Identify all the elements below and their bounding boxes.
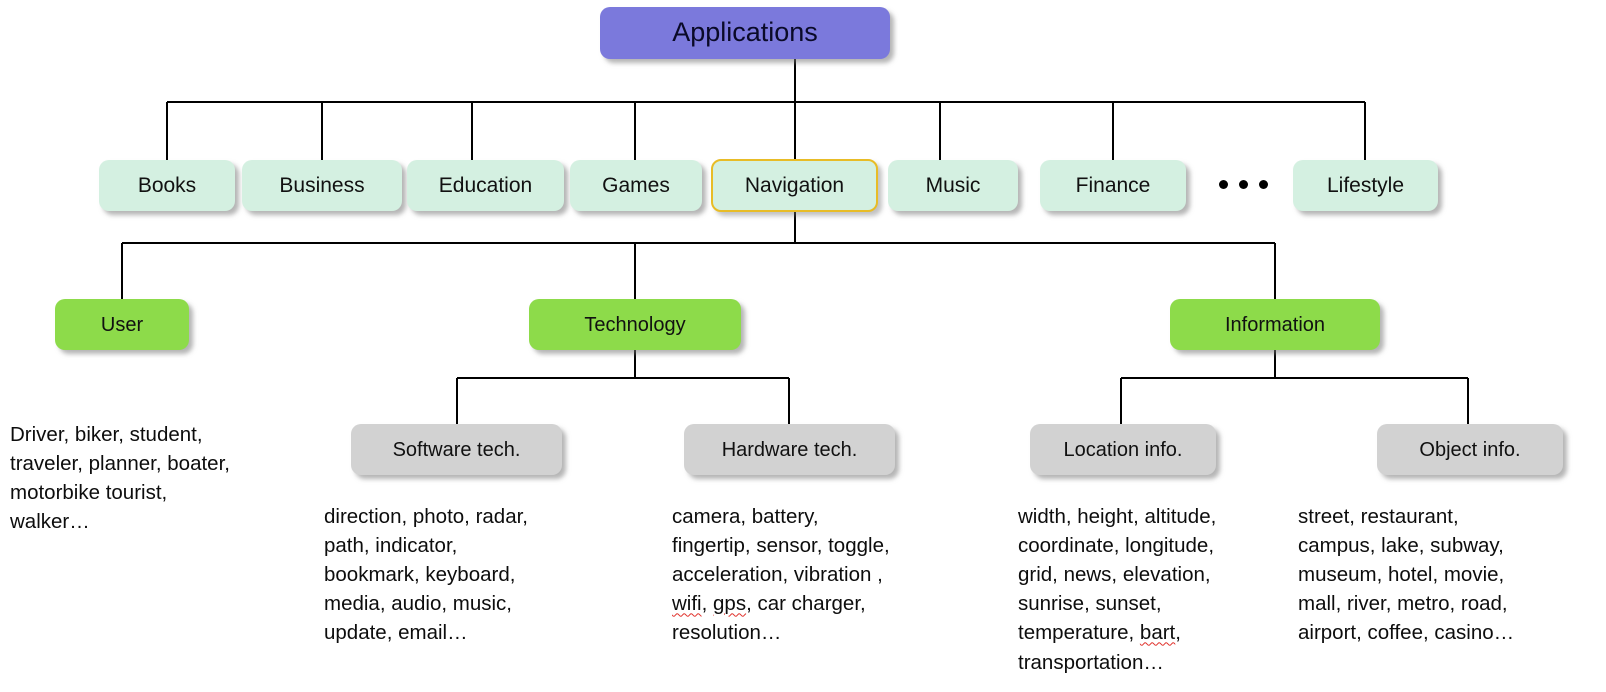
node-branch-information[interactable]: Information [1170, 299, 1380, 350]
leaf-list-hardware-tech: camera, battery, fingertip, sensor, togg… [672, 502, 956, 648]
node-category-navigation[interactable]: Navigation [711, 159, 878, 212]
node-category-education-label: Education [438, 173, 533, 197]
node-category-books-label: Books [137, 173, 197, 197]
node-branch-user[interactable]: User [55, 299, 189, 350]
leaf-list-hardware-tech-part1: camera, battery, fingertip, sensor, togg… [672, 505, 890, 587]
node-category-games-label: Games [602, 173, 670, 197]
misspelled-word-wifi: wifi [672, 592, 702, 616]
node-branch-technology[interactable]: Technology [529, 299, 741, 350]
node-category-games[interactable]: Games [570, 160, 702, 211]
node-subbranch-software-tech[interactable]: Software tech. [351, 424, 562, 475]
leaf-list-location-info: width, height, altitude, coordinate, lon… [1018, 502, 1296, 677]
node-category-navigation-label: Navigation [744, 173, 845, 197]
node-subbranch-object-info[interactable]: Object info. [1377, 424, 1563, 475]
ellipsis-icon [1219, 180, 1268, 189]
leaf-list-software-tech: direction, photo, radar, path, indicator… [324, 505, 528, 645]
leaf-list-object-info: street, restaurant, campus, lake, subway… [1298, 505, 1515, 645]
node-category-music[interactable]: Music [888, 160, 1018, 211]
misspelled-word-bart: bart [1139, 621, 1176, 645]
leaf-list-location-info-part1: width, height, altitude, coordinate, lon… [1018, 505, 1217, 645]
leaf-list-hardware-tech-sep: , [701, 592, 714, 616]
node-category-books[interactable]: Books [99, 160, 235, 211]
node-category-lifestyle-label: Lifestyle [1326, 173, 1405, 197]
misspelled-word-gps: gps [713, 592, 747, 616]
node-subbranch-location-info[interactable]: Location info. [1030, 424, 1216, 475]
node-subbranch-hardware-tech-label: Hardware tech. [721, 438, 858, 461]
node-branch-user-label: User [100, 313, 144, 336]
node-subbranch-hardware-tech[interactable]: Hardware tech. [684, 424, 895, 475]
node-category-business[interactable]: Business [242, 160, 402, 211]
node-category-education[interactable]: Education [407, 160, 564, 211]
node-category-music-label: Music [925, 173, 981, 197]
node-category-business-label: Business [279, 173, 365, 197]
node-applications[interactable]: Applications [600, 7, 890, 59]
node-subbranch-location-info-label: Location info. [1063, 438, 1183, 461]
node-subbranch-software-tech-label: Software tech. [392, 438, 521, 461]
diagram-canvas: Applications Books Business Education Ga… [0, 0, 1606, 692]
node-category-finance-label: Finance [1075, 173, 1151, 197]
leaf-list-user: Driver, biker, student, traveler, planne… [10, 423, 230, 534]
node-category-lifestyle[interactable]: Lifestyle [1293, 160, 1438, 211]
node-applications-label: Applications [672, 17, 818, 48]
node-category-finance[interactable]: Finance [1040, 160, 1186, 211]
node-branch-information-label: Information [1224, 313, 1326, 336]
node-subbranch-object-info-label: Object info. [1419, 438, 1521, 461]
node-branch-technology-label: Technology [584, 313, 686, 336]
